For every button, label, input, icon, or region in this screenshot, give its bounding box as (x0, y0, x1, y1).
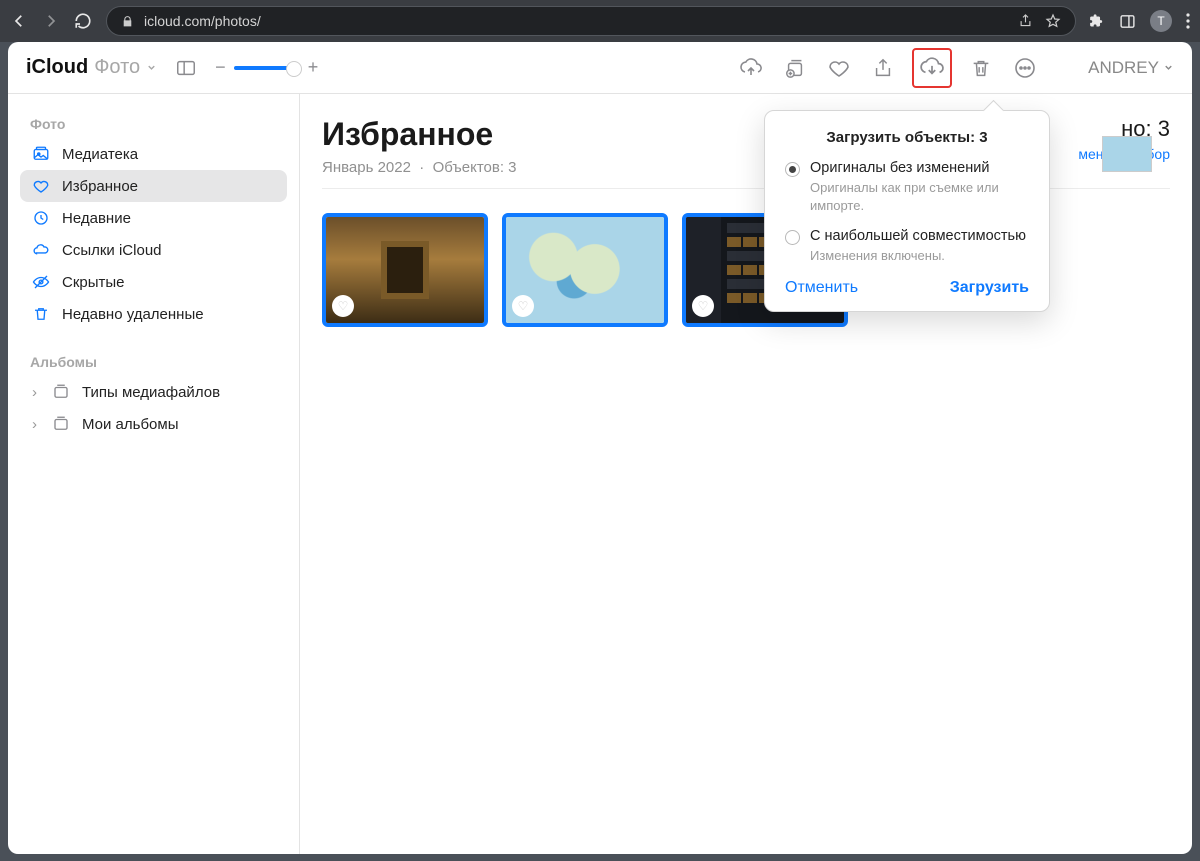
trash-icon (32, 305, 52, 323)
sidebar-item-label: Скрытые (62, 274, 125, 291)
user-menu[interactable]: ANDREY (1088, 58, 1174, 78)
share-icon[interactable] (868, 53, 898, 83)
radio-description: Оригиналы как при съемке или импорте. (810, 179, 1029, 214)
app-title-menu[interactable]: iCloud Фото (26, 56, 157, 79)
zoom-out-button[interactable]: − (215, 57, 226, 78)
cancel-button[interactable]: Отменить (785, 279, 858, 297)
radio-option-compatible[interactable]: С наибольшей совместимостью Изменения вк… (785, 228, 1029, 265)
map-thumbnail[interactable] (1102, 136, 1152, 172)
download-popover: Загрузить объекты: 3 Оригиналы без измен… (764, 110, 1050, 312)
sidebar-heading-albums: Альбомы (20, 348, 287, 376)
favorite-icon[interactable] (824, 53, 854, 83)
sidebar-item-recently-deleted[interactable]: Недавно удаленные (20, 298, 287, 330)
heart-icon (32, 177, 52, 195)
popover-title: Загрузить объекты: 3 (785, 129, 1029, 146)
sidebar-heading-photos: Фото (20, 110, 287, 138)
zoom-control: − + (215, 57, 318, 78)
user-name-label: ANDREY (1088, 58, 1159, 78)
download-button[interactable]: Загрузить (950, 279, 1029, 297)
radio-description: Изменения включены. (810, 247, 1026, 265)
library-icon (32, 145, 52, 163)
sidebar-item-label: Недавние (62, 210, 131, 227)
add-to-album-icon[interactable] (780, 53, 810, 83)
back-button[interactable] (10, 12, 30, 30)
sidebar-item-media-types[interactable]: › Типы медиафайлов (20, 376, 287, 408)
sidebar-item-label: Типы медиафайлов (82, 384, 220, 401)
sidebar-item-my-albums[interactable]: › Мои альбомы (20, 408, 287, 440)
sidebar-item-library[interactable]: Медиатека (20, 138, 287, 170)
sidebar-item-recents[interactable]: Недавние (20, 202, 287, 234)
download-icon[interactable] (912, 48, 952, 88)
reload-button[interactable] (74, 12, 94, 30)
eye-off-icon (32, 273, 52, 291)
share-url-icon[interactable] (1018, 13, 1033, 29)
profile-avatar[interactable]: T (1150, 10, 1172, 32)
sidebar-item-icloud-links[interactable]: Ссылки iCloud (20, 234, 287, 266)
star-icon[interactable] (1045, 13, 1061, 29)
album-icon (52, 383, 72, 401)
app-name-label: Фото (94, 56, 140, 79)
disclosure-icon: › (32, 384, 40, 401)
sidebar-toggle-icon[interactable] (171, 53, 201, 83)
photo-thumbnail[interactable]: ♡ (322, 213, 488, 327)
cloud-icon (32, 241, 52, 259)
zoom-in-button[interactable]: + (308, 57, 319, 78)
radio-icon (785, 230, 800, 245)
app-toolbar: iCloud Фото − + ANDREY (8, 42, 1192, 94)
heart-badge-icon: ♡ (692, 295, 714, 317)
sidebar-item-label: Мои альбомы (82, 416, 179, 433)
kebab-menu-icon[interactable] (1186, 13, 1190, 29)
sidebar-item-label: Медиатека (62, 146, 138, 163)
url-text: icloud.com/photos/ (144, 13, 1008, 29)
zoom-slider[interactable] (234, 66, 300, 70)
brand-label: iCloud (26, 56, 88, 79)
sidebar-item-label: Ссылки iCloud (62, 242, 162, 259)
heart-badge-icon: ♡ (512, 295, 534, 317)
main-content: Избранное Январь 2022 · Объектов: 3 но: … (300, 94, 1192, 854)
radio-label: Оригиналы без изменений (810, 160, 1029, 176)
panel-icon[interactable] (1119, 13, 1136, 30)
radio-label: С наибольшей совместимостью (810, 228, 1026, 244)
sidebar: Фото Медиатека Избранное Недавние Ссылки… (8, 94, 300, 854)
clock-icon (32, 209, 52, 227)
disclosure-icon: › (32, 416, 40, 433)
upload-icon[interactable] (736, 53, 766, 83)
sidebar-item-hidden[interactable]: Скрытые (20, 266, 287, 298)
photo-thumbnail[interactable]: ♡ (502, 213, 668, 327)
more-icon[interactable] (1010, 53, 1040, 83)
heart-badge-icon: ♡ (332, 295, 354, 317)
radio-option-originals[interactable]: Оригиналы без изменений Оригиналы как пр… (785, 160, 1029, 214)
album-icon (52, 415, 72, 433)
app-window: iCloud Фото − + ANDREY Фото (8, 42, 1192, 854)
chevron-down-icon (146, 62, 157, 73)
sidebar-item-favorites[interactable]: Избранное (20, 170, 287, 202)
sidebar-item-label: Недавно удаленные (62, 306, 204, 323)
address-bar[interactable]: icloud.com/photos/ (106, 6, 1076, 36)
sidebar-item-label: Избранное (62, 178, 138, 195)
forward-button[interactable] (42, 12, 62, 30)
delete-icon[interactable] (966, 53, 996, 83)
chevron-down-icon (1163, 62, 1174, 73)
lock-icon (121, 15, 134, 28)
radio-icon (785, 162, 800, 177)
browser-toolbar: icloud.com/photos/ T (0, 0, 1200, 42)
extensions-icon[interactable] (1088, 13, 1105, 30)
